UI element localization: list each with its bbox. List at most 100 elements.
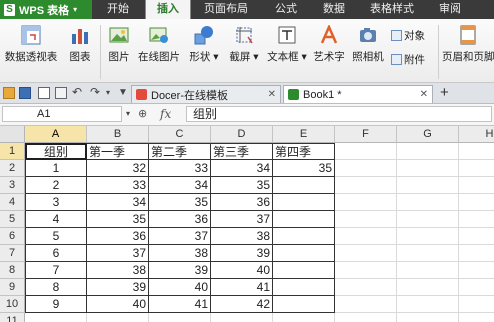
camera-button[interactable]: 照相机 (350, 25, 386, 64)
attachment-button[interactable]: 附件 (391, 52, 425, 67)
cell-c10[interactable]: 41 (149, 296, 211, 313)
cell-g3[interactable] (397, 177, 459, 194)
cell-d10[interactable]: 42 (211, 296, 273, 313)
wordart-button[interactable]: 艺术字 (311, 23, 347, 64)
cell-c3[interactable]: 34 (149, 177, 211, 194)
save-icon[interactable] (19, 87, 31, 99)
print-preview-icon[interactable] (55, 87, 67, 99)
undo-icon[interactable]: ↶ (72, 86, 84, 99)
cell-d8[interactable]: 40 (211, 262, 273, 279)
cell-g10[interactable] (397, 296, 459, 313)
shape-button[interactable]: 形状 ▾ (185, 25, 223, 64)
cell-d6[interactable]: 38 (211, 228, 273, 245)
picture-button[interactable]: 图片 (104, 25, 134, 64)
online-picture-button[interactable]: 在线图片 (136, 25, 182, 64)
cell-f8[interactable] (335, 262, 397, 279)
cell-c5[interactable]: 36 (149, 211, 211, 228)
cell-h6[interactable] (459, 228, 494, 245)
cell-a5[interactable]: 4 (25, 211, 87, 228)
name-box[interactable]: A1 (2, 106, 122, 122)
column-header-c[interactable]: C (149, 126, 211, 143)
cell-a3[interactable]: 2 (25, 177, 87, 194)
cell-e4[interactable] (273, 194, 335, 211)
cell-g4[interactable] (397, 194, 459, 211)
row-header-2[interactable]: 2 (0, 160, 25, 177)
cell-b4[interactable]: 34 (87, 194, 149, 211)
cell-c9[interactable]: 40 (149, 279, 211, 296)
cell-b5[interactable]: 35 (87, 211, 149, 228)
cell-c6[interactable]: 37 (149, 228, 211, 245)
cell-e3[interactable] (273, 177, 335, 194)
app-menu-button[interactable]: S WPS 表格 ▾ (0, 0, 92, 19)
cell-e2[interactable]: 35 (273, 160, 335, 177)
cell-f10[interactable] (335, 296, 397, 313)
cell-h11[interactable] (459, 313, 494, 322)
menu-home[interactable]: 开始 (100, 0, 136, 19)
textbox-button[interactable]: 文本框 ▾ (265, 25, 309, 64)
cell-d7[interactable]: 39 (211, 245, 273, 262)
menu-data[interactable]: 数据 (314, 0, 354, 19)
print-icon[interactable] (38, 87, 50, 99)
object-button[interactable]: 对象 (391, 28, 425, 43)
row-header-5[interactable]: 5 (0, 211, 25, 228)
cell-g5[interactable] (397, 211, 459, 228)
header-footer-button[interactable]: 页眉和页脚 (442, 25, 494, 64)
tab-docer[interactable]: Docer-在线模板 ✕ (131, 85, 281, 103)
cell-f11[interactable] (335, 313, 397, 322)
quick-access-more-icon[interactable]: ▼ (118, 87, 130, 99)
cell-e5[interactable] (273, 211, 335, 228)
cell-g6[interactable] (397, 228, 459, 245)
cell-b10[interactable]: 40 (87, 296, 149, 313)
cell-d2[interactable]: 34 (211, 160, 273, 177)
cell-a10[interactable]: 9 (25, 296, 87, 313)
cell-f9[interactable] (335, 279, 397, 296)
open-folder-icon[interactable] (3, 87, 15, 99)
screenshot-button[interactable]: 截屏 ▾ (226, 25, 262, 64)
cell-e9[interactable] (273, 279, 335, 296)
spreadsheet-grid[interactable]: A B C D E F G H 1 组别 第一季 第二季 第三季 第四季 2 1 32 33 34 35 3 2 33 34 3… (0, 126, 494, 322)
cell-f4[interactable] (335, 194, 397, 211)
cell-h7[interactable] (459, 245, 494, 262)
tab-book1[interactable]: Book1 * ✕ (283, 85, 433, 103)
formula-input[interactable]: 组别 (186, 106, 492, 122)
cell-h9[interactable] (459, 279, 494, 296)
cell-d9[interactable]: 41 (211, 279, 273, 296)
row-header-4[interactable]: 4 (0, 194, 25, 211)
row-header-11[interactable]: 11 (0, 313, 25, 322)
column-header-f[interactable]: F (335, 126, 397, 143)
cell-c4[interactable]: 35 (149, 194, 211, 211)
cell-f5[interactable] (335, 211, 397, 228)
cell-e6[interactable] (273, 228, 335, 245)
cell-f7[interactable] (335, 245, 397, 262)
cell-b9[interactable]: 39 (87, 279, 149, 296)
cell-f1[interactable] (335, 143, 397, 160)
cell-f2[interactable] (335, 160, 397, 177)
row-header-3[interactable]: 3 (0, 177, 25, 194)
chart-button[interactable]: 图表 (64, 25, 96, 64)
cell-e1[interactable]: 第四季 (273, 143, 335, 160)
close-icon[interactable]: ✕ (420, 89, 428, 100)
cell-g11[interactable] (397, 313, 459, 322)
cell-f6[interactable] (335, 228, 397, 245)
column-header-a[interactable]: A (25, 126, 87, 143)
cell-g7[interactable] (397, 245, 459, 262)
close-icon[interactable]: ✕ (268, 89, 276, 100)
cell-c11[interactable] (149, 313, 211, 322)
cell-h3[interactable] (459, 177, 494, 194)
column-header-g[interactable]: G (397, 126, 459, 143)
cell-d5[interactable]: 37 (211, 211, 273, 228)
menu-insert[interactable]: 插入 (145, 0, 191, 19)
menu-formulas[interactable]: 公式 (266, 0, 306, 19)
cell-b1[interactable]: 第一季 (87, 143, 149, 160)
row-header-6[interactable]: 6 (0, 228, 25, 245)
cell-g1[interactable] (397, 143, 459, 160)
zoom-icon[interactable]: ⊕ (138, 107, 147, 120)
cell-c1[interactable]: 第二季 (149, 143, 211, 160)
column-header-d[interactable]: D (211, 126, 273, 143)
cell-a2[interactable]: 1 (25, 160, 87, 177)
cell-c8[interactable]: 39 (149, 262, 211, 279)
cell-b3[interactable]: 33 (87, 177, 149, 194)
column-header-h[interactable]: H (459, 126, 494, 143)
row-header-1[interactable]: 1 (0, 143, 25, 160)
cell-h10[interactable] (459, 296, 494, 313)
